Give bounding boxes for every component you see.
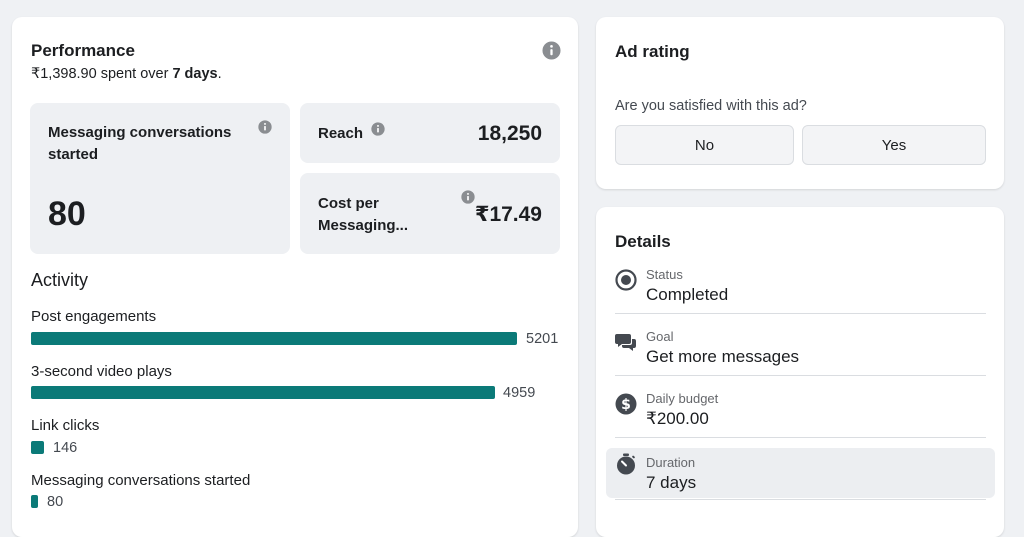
spend-amount: ₹1,398.90 xyxy=(31,66,97,82)
info-icon[interactable] xyxy=(542,41,561,60)
activity-label: Post engagements xyxy=(31,308,157,325)
detail-row-goal: Goal Get more messages xyxy=(615,329,986,391)
spend-days: 7 days xyxy=(172,66,218,82)
info-icon[interactable] xyxy=(258,120,272,134)
rating-yes-button[interactable]: Yes xyxy=(802,125,986,165)
rating-no-button[interactable]: No xyxy=(615,125,794,165)
ad-rating-question: Are you satisfied with this ad? xyxy=(615,98,807,114)
detail-row-status: Status Completed xyxy=(615,267,986,329)
details-title: Details xyxy=(615,232,671,251)
activity-value: 4959 xyxy=(503,385,536,401)
activity-label: Messaging conversations started xyxy=(31,472,251,489)
performance-card: Performance ₹1,398.90 spent over 7 days.… xyxy=(12,17,578,537)
spend-text: spent over xyxy=(96,66,173,82)
detail-value: 7 days xyxy=(646,473,697,492)
metric-label: Messaging conversations started xyxy=(48,124,232,163)
dollar-icon: $ xyxy=(615,393,637,415)
status-icon xyxy=(615,269,637,291)
divider xyxy=(615,313,986,314)
ad-rating-card: Ad rating Are you satisfied with this ad… xyxy=(596,17,1004,189)
info-icon[interactable] xyxy=(371,122,385,136)
divider xyxy=(615,499,986,500)
activity-value: 5201 xyxy=(526,331,559,347)
activity-bar xyxy=(31,386,495,399)
metric-reach[interactable]: Reach 18,250 xyxy=(300,103,560,163)
svg-text:$: $ xyxy=(621,397,631,413)
metric-value: ₹17.49 xyxy=(474,203,542,226)
divider xyxy=(615,375,986,376)
performance-title: Performance xyxy=(31,41,135,60)
details-card: Details Status Completed Goal Get more m… xyxy=(596,207,1004,537)
ad-rating-title: Ad rating xyxy=(615,42,690,61)
metric-label: Cost per Messaging... xyxy=(318,195,409,234)
spend-period-end: . xyxy=(217,66,222,82)
detail-value: Get more messages xyxy=(646,347,800,366)
detail-value: ₹200.00 xyxy=(646,409,709,428)
activity-value: 146 xyxy=(53,440,78,456)
metric-cost-per-messaging[interactable]: Cost per Messaging... ₹17.49 xyxy=(300,173,560,254)
metric-value: 80 xyxy=(48,195,86,233)
metric-label: Reach xyxy=(318,125,364,142)
detail-value: Completed xyxy=(646,285,729,304)
activity-label: Link clicks xyxy=(31,417,100,434)
activity-bar xyxy=(31,495,38,508)
activity-title: Activity xyxy=(31,270,89,290)
metric-value: 18,250 xyxy=(477,122,542,145)
stopwatch-icon xyxy=(617,453,635,475)
performance-spend-summary: ₹1,398.90 spent over 7 days. xyxy=(31,66,222,82)
divider xyxy=(615,437,986,438)
detail-label: Status xyxy=(646,267,683,282)
detail-row-daily-budget: $ Daily budget ₹200.00 xyxy=(615,391,986,453)
activity-bar xyxy=(31,332,517,345)
detail-label: Duration xyxy=(646,455,696,470)
info-icon[interactable] xyxy=(461,190,475,204)
detail-row-duration[interactable]: Duration 7 days xyxy=(606,448,995,498)
chat-bubbles-icon xyxy=(615,334,636,351)
metric-messaging-conversations[interactable]: Messaging conversations started 80 xyxy=(30,103,290,254)
detail-label: Goal xyxy=(646,329,674,344)
activity-bar xyxy=(31,441,44,454)
activity-value: 80 xyxy=(47,494,64,510)
activity-label: 3-second video plays xyxy=(31,363,172,380)
detail-label: Daily budget xyxy=(646,391,719,406)
